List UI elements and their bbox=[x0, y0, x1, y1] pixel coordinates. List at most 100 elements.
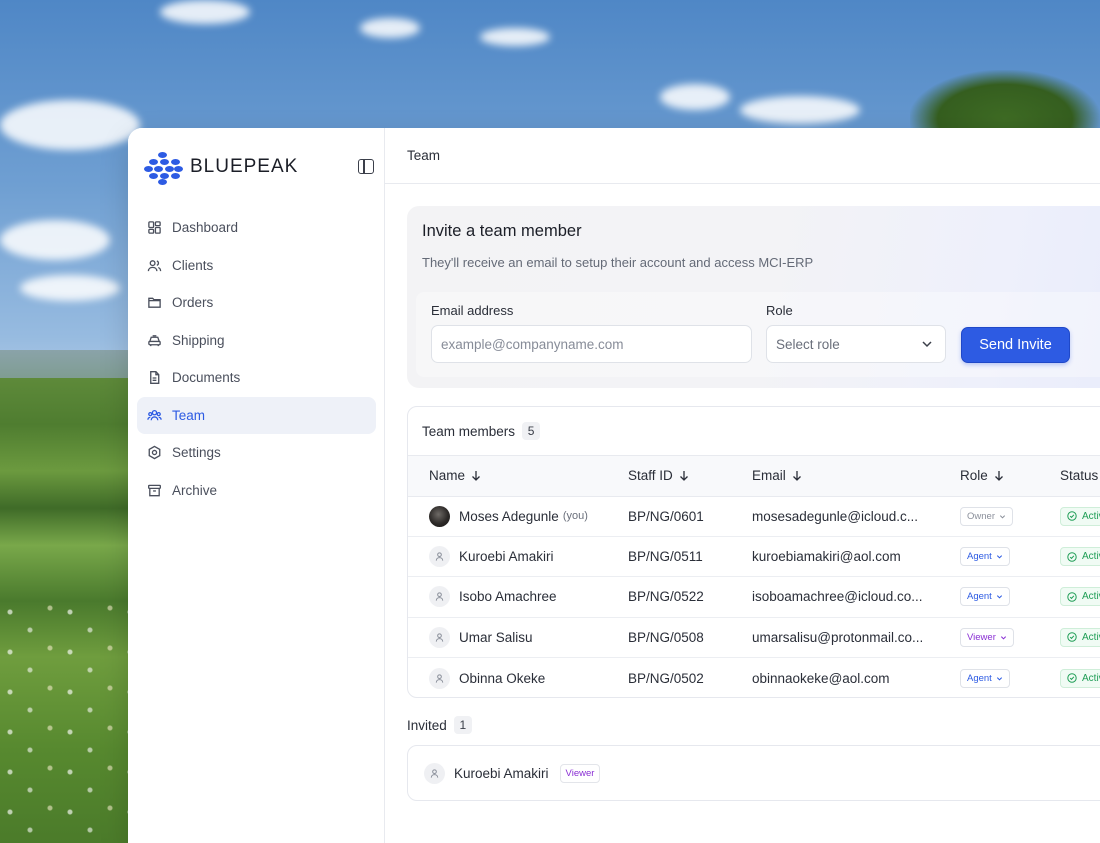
sort-arrow-down-icon[interactable] bbox=[994, 470, 1004, 482]
avatar bbox=[429, 505, 450, 527]
chevron-down-icon bbox=[996, 676, 1002, 681]
sidebar-item-label: Documents bbox=[172, 370, 241, 385]
invited-card: Kuroebi Amakiri Viewer bbox=[407, 745, 1100, 801]
table-row[interactable]: Moses Adegunle (you) BP/NG/0601 mosesadegun… bbox=[408, 496, 1100, 537]
sidebar: BLUEPEAK Dashboard Clients Orders Shippi… bbox=[128, 128, 385, 843]
user-icon bbox=[435, 552, 444, 561]
avatar bbox=[429, 667, 450, 689]
invite-subtitle: They'll receive an email to setup their … bbox=[422, 255, 814, 270]
chevron-down-icon bbox=[996, 555, 1002, 559]
staff-id-cell: BP/NG/0522 bbox=[628, 576, 752, 618]
user-icon bbox=[430, 768, 439, 778]
gear-icon bbox=[147, 445, 162, 460]
member-name: Moses Adegunle bbox=[459, 508, 559, 524]
column-header-staff-id[interactable]: Staff ID bbox=[628, 456, 752, 497]
email-cell: kuroebiamakiri@aol.com bbox=[752, 536, 960, 578]
column-header-role[interactable]: Role bbox=[960, 456, 1060, 497]
chevron-down-icon bbox=[996, 595, 1002, 600]
role-select[interactable]: Select role bbox=[766, 325, 946, 363]
sidebar-toggle-icon[interactable] bbox=[358, 159, 374, 174]
send-invite-button[interactable]: Send Invite bbox=[961, 327, 1070, 363]
role-dropdown[interactable]: Agent bbox=[960, 668, 1010, 688]
invite-card: Invite a team member They'll receive an … bbox=[407, 206, 1100, 388]
sort-arrow-down-icon[interactable] bbox=[471, 470, 481, 482]
role-value: Agent bbox=[967, 551, 992, 563]
brand[interactable]: BLUEPEAK bbox=[128, 128, 384, 206]
chevron-down-icon bbox=[999, 514, 1006, 519]
team-members-count: 5 bbox=[522, 422, 541, 440]
top-bar: Team bbox=[385, 128, 1100, 184]
role-cell: Viewer bbox=[960, 617, 1060, 659]
role-cell: Agent bbox=[960, 576, 1060, 618]
invited-role-badge: Viewer bbox=[559, 763, 601, 783]
sidebar-item-orders[interactable]: Orders bbox=[137, 284, 376, 321]
staff-id-cell: BP/NG/0508 bbox=[628, 617, 752, 659]
role-dropdown[interactable]: Viewer bbox=[960, 627, 1014, 647]
table-row[interactable]: Umar Salisu BP/NG/0508 umarsalisu@protonma… bbox=[408, 617, 1100, 659]
member-name-cell: Obinna Okeke bbox=[408, 658, 628, 697]
invited-name: Kuroebi Amakiri bbox=[454, 765, 549, 781]
sort-arrow-down-icon[interactable] bbox=[792, 470, 802, 482]
sort-arrow-down-icon[interactable] bbox=[679, 470, 689, 482]
column-header-status[interactable]: Status bbox=[1060, 456, 1100, 497]
role-cell: Agent bbox=[960, 536, 1060, 578]
status-cell: Activ bbox=[1060, 617, 1100, 659]
document-icon bbox=[147, 370, 162, 385]
invited-count: 1 bbox=[453, 716, 472, 734]
role-value: Agent bbox=[967, 591, 992, 603]
role-select-value: Select role bbox=[776, 336, 840, 352]
staff-id-cell: BP/NG/0511 bbox=[628, 536, 752, 578]
sidebar-item-dashboard[interactable]: Dashboard bbox=[137, 209, 376, 246]
sidebar-item-archive[interactable]: Archive bbox=[137, 472, 376, 509]
check-circle-icon bbox=[1067, 673, 1077, 683]
invited-header: Invited 1 bbox=[407, 716, 472, 734]
check-circle-icon bbox=[1067, 551, 1077, 562]
status-cell: Activ bbox=[1060, 576, 1100, 618]
sidebar-item-documents[interactable]: Documents bbox=[137, 359, 376, 396]
sidebar-item-clients[interactable]: Clients bbox=[137, 247, 376, 284]
email-cell: mosesadegunle@icloud.c... bbox=[752, 496, 960, 537]
dashboard-icon bbox=[147, 220, 162, 235]
column-header-email[interactable]: Email bbox=[752, 456, 960, 497]
table-row[interactable]: Isobo Amachree BP/NG/0522 isoboamachree@ic… bbox=[408, 576, 1100, 618]
invite-title: Invite a team member bbox=[422, 222, 582, 240]
status-value: Activ bbox=[1082, 551, 1100, 563]
sidebar-item-shipping[interactable]: Shipping bbox=[137, 322, 376, 359]
sidebar-item-label: Dashboard bbox=[172, 220, 239, 235]
role-dropdown[interactable]: Agent bbox=[960, 587, 1010, 607]
team-members-table: Name Staff ID Email Role Status Moses Ad… bbox=[408, 456, 1100, 697]
you-tag: (you) bbox=[562, 510, 588, 523]
member-name: Obinna Okeke bbox=[459, 670, 546, 686]
role-dropdown[interactable]: Agent bbox=[960, 547, 1010, 567]
main-content: Team Invite a team member They'll receiv… bbox=[385, 128, 1100, 843]
column-header-name[interactable]: Name bbox=[408, 456, 628, 497]
sidebar-item-team[interactable]: Team bbox=[137, 396, 376, 434]
sidebar-item-label: Team bbox=[172, 407, 206, 423]
member-name-cell: Moses Adegunle (you) bbox=[408, 496, 628, 537]
avatar bbox=[429, 586, 450, 608]
role-value: Owner bbox=[967, 510, 995, 522]
app-window: BLUEPEAK Dashboard Clients Orders Shippi… bbox=[128, 128, 1100, 843]
sidebar-item-settings[interactable]: Settings bbox=[137, 434, 376, 471]
status-cell: Activ bbox=[1060, 496, 1100, 537]
role-value: Agent bbox=[967, 672, 992, 684]
team-members-card: Team members 5 Name Staff ID Email Role … bbox=[407, 406, 1100, 698]
role-value: Viewer bbox=[967, 631, 996, 643]
member-name: Kuroebi Amakiri bbox=[459, 549, 554, 565]
email-cell: obinnaokeke@aol.com bbox=[752, 670, 890, 686]
table-row[interactable]: Obinna Okeke BP/NG/0502 obinnaokeke@aol.co… bbox=[408, 658, 1100, 697]
member-name-cell: Umar Salisu bbox=[408, 617, 628, 659]
member-name: Umar Salisu bbox=[459, 629, 533, 645]
users-icon bbox=[147, 258, 162, 273]
email-field[interactable] bbox=[431, 325, 752, 363]
sidebar-item-label: Settings bbox=[172, 445, 221, 460]
user-icon bbox=[435, 592, 444, 602]
user-icon bbox=[435, 633, 444, 642]
member-name-cell: Kuroebi Amakiri bbox=[408, 536, 628, 578]
table-row[interactable]: Kuroebi Amakiri BP/NG/0511 kuroebiamakiri@… bbox=[408, 536, 1100, 578]
role-dropdown[interactable]: Owner bbox=[960, 506, 1013, 526]
avatar bbox=[429, 626, 450, 648]
status-cell: Activ bbox=[1060, 536, 1100, 578]
check-circle-icon bbox=[1067, 632, 1077, 643]
avatar bbox=[424, 762, 445, 784]
